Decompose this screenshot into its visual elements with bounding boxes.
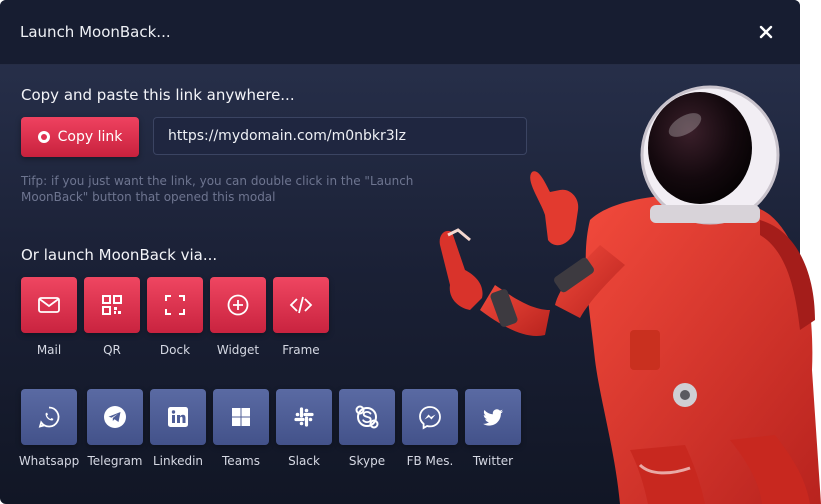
dock-icon	[165, 295, 185, 315]
copy-link-heading: Copy and paste this link anywhere...	[21, 86, 295, 104]
skype-option-button[interactable]	[339, 389, 395, 445]
teams-icon	[232, 408, 250, 426]
copy-link-label: Copy link	[57, 129, 123, 145]
whatsapp-option-button[interactable]	[21, 389, 77, 445]
close-button[interactable]	[752, 18, 780, 46]
linkedin-icon	[168, 407, 188, 427]
mail-option-button[interactable]	[21, 277, 77, 333]
widget-option-button[interactable]	[210, 277, 266, 333]
code-icon	[289, 296, 313, 314]
linkedin-option-button[interactable]	[150, 389, 206, 445]
slack-icon	[294, 407, 314, 427]
skype-icon	[355, 405, 379, 429]
whatsapp-icon	[38, 406, 60, 428]
mail-icon	[38, 297, 60, 313]
widget-icon	[227, 294, 249, 316]
dock-option-button[interactable]	[147, 277, 203, 333]
slack-option-button[interactable]	[276, 389, 332, 445]
modal-header: Launch MoonBack...	[0, 0, 800, 65]
qr-option-button[interactable]	[84, 277, 140, 333]
telegram-icon	[104, 406, 126, 428]
whatsapp-option-label: Whatsapp	[18, 454, 80, 468]
modal-title: Launch MoonBack...	[20, 23, 171, 41]
close-icon	[759, 25, 773, 39]
frame-option-button[interactable]	[273, 277, 329, 333]
teams-option-button[interactable]	[213, 389, 269, 445]
record-dot-icon	[37, 131, 50, 143]
qr-code-icon	[102, 295, 122, 315]
tip-text: Tifp: if you just want the link, you can…	[21, 174, 414, 204]
launch-via-heading: Or launch MoonBack via...	[21, 246, 218, 264]
frame-option-label: Frame	[282, 343, 320, 357]
astronaut-illustration	[439, 85, 821, 504]
copy-link-button[interactable]: Copy link	[21, 117, 139, 157]
telegram-option-button[interactable]	[87, 389, 143, 445]
